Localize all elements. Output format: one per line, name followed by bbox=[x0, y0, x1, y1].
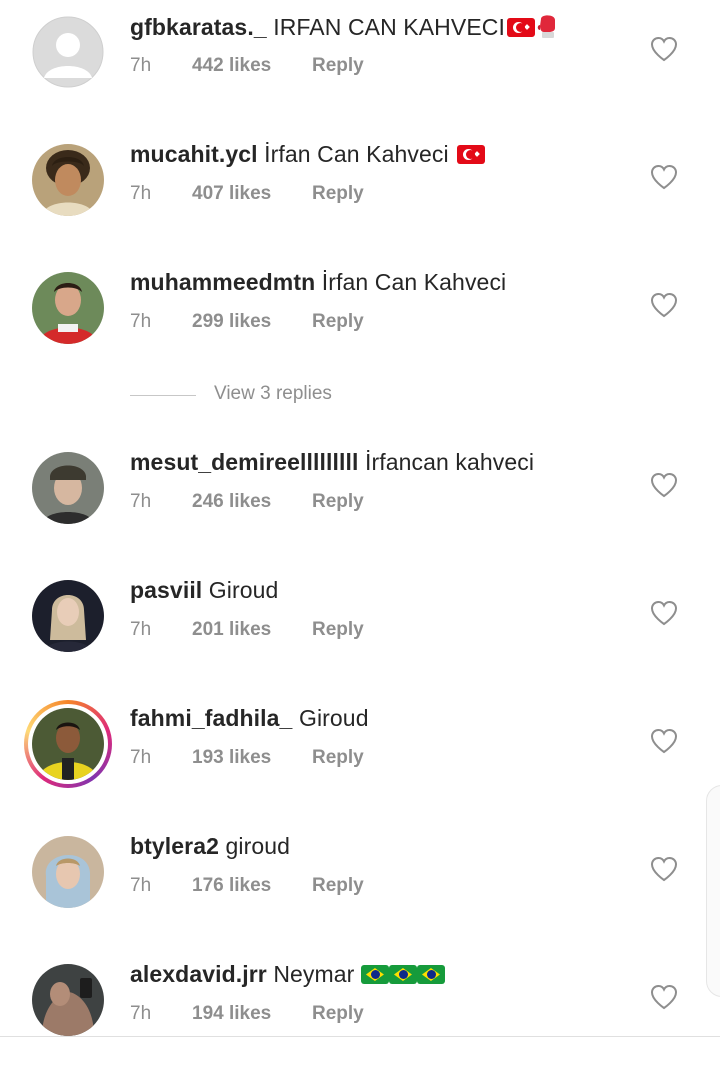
comment-item: alexdavid.jrr Neymar 7h 194 likes Reply bbox=[0, 948, 720, 1076]
comment-time: 7h bbox=[130, 491, 152, 512]
comment-text-line: btylera2 giroud bbox=[130, 833, 290, 860]
comment-likes[interactable]: 176 likes bbox=[192, 875, 271, 897]
bottom-divider bbox=[0, 1036, 720, 1037]
comment-body: Giroud bbox=[208, 577, 279, 603]
comment-likes[interactable]: 201 likes bbox=[192, 619, 271, 641]
comment-username[interactable]: pasviil bbox=[130, 577, 202, 603]
comment-username[interactable]: gfbkaratas._ bbox=[130, 14, 267, 40]
comment-text-line: mucahit.ycl İrfan Can Kahveci bbox=[130, 141, 486, 168]
view-replies-label: View 3 replies bbox=[214, 383, 332, 404]
comment-text-line: gfbkaratas._ IRFAN CAN KAHVECI bbox=[130, 13, 559, 41]
comment-body: İrfancan kahveci bbox=[364, 449, 535, 475]
comment-time: 7h bbox=[130, 55, 152, 76]
user-avatar[interactable] bbox=[32, 452, 104, 524]
comment-likes[interactable]: 246 likes bbox=[192, 491, 271, 513]
comment-likes[interactable]: 442 likes bbox=[192, 55, 271, 77]
comment-username[interactable]: mesut_demireelllllllll bbox=[130, 449, 358, 475]
heart-outline-icon[interactable] bbox=[650, 600, 678, 626]
heart-outline-icon[interactable] bbox=[650, 856, 678, 882]
brazil-flag-emoji-icon bbox=[388, 965, 417, 984]
comment-item: gfbkaratas._ IRFAN CAN KAHVECI 7h 442 li… bbox=[0, 0, 720, 128]
heart-outline-icon[interactable] bbox=[650, 984, 678, 1010]
reply-button[interactable]: Reply bbox=[312, 875, 364, 897]
comment-item: pasviil Giroud 7h 201 likes Reply bbox=[0, 564, 720, 692]
brazil-flag-emoji-icon bbox=[416, 965, 445, 984]
reply-button[interactable]: Reply bbox=[312, 1003, 364, 1025]
comment-body: Giroud bbox=[298, 705, 369, 731]
comment-time: 7h bbox=[130, 875, 152, 896]
story-ring-inner bbox=[28, 704, 108, 784]
comment-username[interactable]: mucahit.ycl bbox=[130, 141, 258, 167]
comment-text-line: mesut_demireelllllllll İrfancan kahveci bbox=[130, 449, 534, 476]
reply-button[interactable]: Reply bbox=[312, 747, 364, 769]
heart-outline-icon[interactable] bbox=[650, 728, 678, 754]
comment-time: 7h bbox=[130, 1003, 152, 1024]
default-avatar-icon[interactable] bbox=[32, 16, 104, 88]
user-avatar[interactable] bbox=[32, 144, 104, 216]
comment-time: 7h bbox=[130, 311, 152, 332]
heart-outline-icon[interactable] bbox=[650, 472, 678, 498]
story-ring-avatar[interactable] bbox=[24, 700, 112, 788]
comment-text-line: muhammeedmtn İrfan Can Kahveci bbox=[130, 269, 506, 296]
comment-time: 7h bbox=[130, 183, 152, 204]
comment-body: İrfan Can Kahveci bbox=[264, 141, 449, 167]
comment-username[interactable]: fahmi_fadhila_ bbox=[130, 705, 292, 731]
user-avatar[interactable] bbox=[32, 272, 104, 344]
boxing-glove-emoji-icon bbox=[537, 13, 559, 39]
comment-text-line: pasviil Giroud bbox=[130, 577, 278, 604]
comment-username[interactable]: muhammeedmtn bbox=[130, 269, 315, 295]
user-avatar bbox=[32, 708, 104, 780]
turkey-flag-emoji-icon bbox=[506, 18, 535, 37]
comment-likes[interactable]: 194 likes bbox=[192, 1003, 271, 1025]
comment-likes[interactable]: 407 likes bbox=[192, 183, 271, 205]
heart-outline-icon[interactable] bbox=[650, 36, 678, 62]
comment-time: 7h bbox=[130, 747, 152, 768]
comment-body: giroud bbox=[225, 833, 291, 859]
user-avatar[interactable] bbox=[32, 964, 104, 1036]
comment-body: Neymar bbox=[273, 961, 355, 987]
comment-text-line: alexdavid.jrr Neymar bbox=[130, 961, 445, 988]
user-avatar[interactable] bbox=[32, 580, 104, 652]
comment-time: 7h bbox=[130, 619, 152, 640]
replies-divider bbox=[130, 395, 196, 396]
view-replies-button[interactable]: View 3 replies bbox=[130, 383, 430, 409]
heart-outline-icon[interactable] bbox=[650, 292, 678, 318]
brazil-flag-emoji-icon bbox=[360, 965, 389, 984]
reply-button[interactable]: Reply bbox=[312, 55, 364, 77]
comment-likes[interactable]: 299 likes bbox=[192, 311, 271, 333]
heart-outline-icon[interactable] bbox=[650, 164, 678, 190]
edge-panel-handle[interactable] bbox=[706, 785, 720, 997]
comment-item: mesut_demireelllllllll İrfancan kahveci … bbox=[0, 436, 720, 564]
comment-body: IRFAN CAN KAHVECI bbox=[273, 14, 505, 40]
comment-username[interactable]: btylera2 bbox=[130, 833, 219, 859]
comment-item: mucahit.ycl İrfan Can Kahveci 7h 407 lik… bbox=[0, 128, 720, 256]
reply-button[interactable]: Reply bbox=[312, 183, 364, 205]
comment-likes[interactable]: 193 likes bbox=[192, 747, 271, 769]
comment-body: İrfan Can Kahveci bbox=[321, 269, 507, 295]
comment-item: btylera2 giroud 7h 176 likes Reply bbox=[0, 820, 720, 948]
comment-text-line: fahmi_fadhila_ Giroud bbox=[130, 705, 369, 732]
comment-item: fahmi_fadhila_ Giroud 7h 193 likes Reply bbox=[0, 692, 720, 820]
comment-username[interactable]: alexdavid.jrr bbox=[130, 961, 267, 987]
reply-button[interactable]: Reply bbox=[312, 311, 364, 333]
user-avatar[interactable] bbox=[32, 836, 104, 908]
comment-item: muhammeedmtn İrfan Can Kahveci 7h 299 li… bbox=[0, 256, 720, 384]
reply-button[interactable]: Reply bbox=[312, 491, 364, 513]
reply-button[interactable]: Reply bbox=[312, 619, 364, 641]
turkey-flag-emoji-icon bbox=[457, 145, 486, 164]
